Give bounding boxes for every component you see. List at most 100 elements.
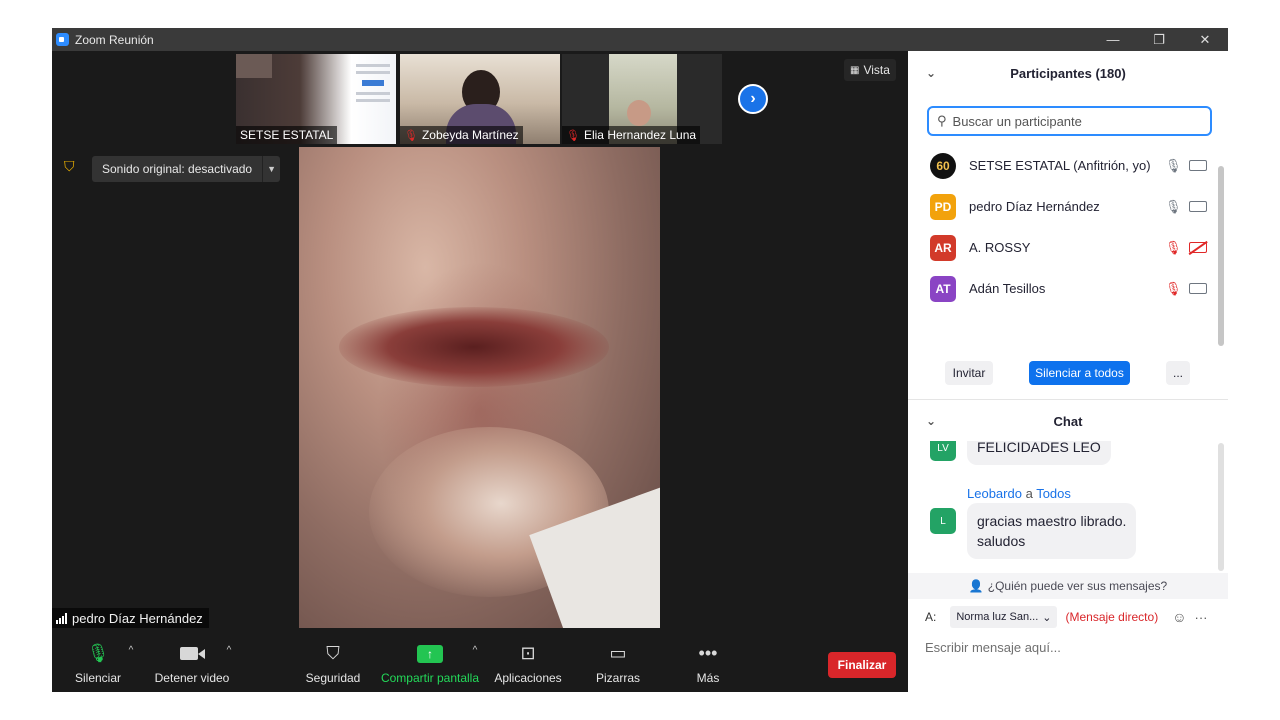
video-options-button[interactable]: ^: [222, 635, 236, 692]
caret-up-icon: ^: [226, 645, 232, 656]
participant-search-input[interactable]: ⚲ Buscar un participante: [927, 106, 1212, 136]
thumbnail-screen-content: [354, 60, 392, 130]
window-title: Zoom Reunión: [75, 32, 154, 47]
chat-input-placeholder: Escribir mensaje aquí...: [925, 640, 1061, 655]
thumbnail-inset: [236, 54, 272, 78]
microphone-icon[interactable]: 🎙: [1165, 199, 1182, 215]
emoji-icon[interactable]: ☺: [1172, 609, 1186, 625]
participants-more-button[interactable]: ...: [1166, 361, 1190, 385]
chevron-down-icon[interactable]: ⌄: [926, 66, 936, 80]
end-meeting-button[interactable]: Finalizar: [828, 652, 896, 678]
chat-messages: LV FELICIDADES LEO Leobardo a Todos L gr…: [908, 441, 1220, 573]
chevron-right-icon: ›: [750, 90, 756, 107]
stop-video-button[interactable]: Detener video: [152, 635, 232, 692]
chat-message-input[interactable]: Escribir mensaje aquí...: [925, 640, 1205, 660]
caret-down-icon[interactable]: ▼: [262, 156, 280, 182]
share-screen-label: Compartir pantalla: [380, 670, 480, 685]
chat-scrollbar[interactable]: [1218, 443, 1224, 571]
thumbnail-name: 🎙 Elia Hernandez Luna: [562, 126, 701, 144]
grid-icon: ▦: [850, 64, 860, 76]
video-area: SETSE ESTATAL 🎙 Zobeyda Martínez 🎙 Elia He…: [52, 51, 908, 692]
participants-list: 60 SETSE ESTATAL (Anfitrión, yo) 🎙 PD pe…: [908, 145, 1218, 317]
invite-button[interactable]: Invitar: [945, 361, 993, 385]
share-screen-button[interactable]: ↑ Compartir pantalla: [380, 635, 480, 692]
participant-row[interactable]: AR A. ROSSY 🎙: [908, 227, 1218, 268]
video-camera-icon[interactable]: [1189, 201, 1207, 212]
chat-message-text: gracias maestro librado.: [977, 513, 1127, 529]
thumbnail-video[interactable]: 🎙 Elia Hernandez Luna: [562, 54, 722, 144]
chat-recipient[interactable]: Todos: [1036, 486, 1071, 501]
mute-button[interactable]: 🎙 Silenciar: [72, 635, 124, 692]
participant-status: 🎙: [1165, 158, 1207, 174]
security-label: Seguridad: [305, 670, 361, 685]
thumbnail-name: 🎙 Zobeyda Martínez: [400, 126, 523, 144]
mute-label: Silenciar: [74, 670, 122, 685]
recipient-select[interactable]: Norma luz San... ⌄: [950, 606, 1058, 628]
recipient-value: Norma luz San...: [956, 611, 1039, 623]
restore-icon[interactable]: ❐: [1136, 28, 1182, 51]
microphone-icon[interactable]: 🎙: [1165, 158, 1182, 174]
mute-options-button[interactable]: ^: [124, 635, 138, 692]
participant-status: 🎙: [1165, 199, 1207, 215]
apps-icon: ⊡: [520, 643, 536, 663]
video-camera-off-icon[interactable]: [1189, 242, 1207, 253]
thumbnail-video[interactable]: SETSE ESTATAL: [236, 54, 396, 144]
signal-strength-icon: [56, 612, 67, 624]
chat-message: gracias maestro librado. saludos: [967, 503, 1137, 559]
chat-sender-name[interactable]: Leobardo: [967, 486, 1022, 501]
minimize-icon[interactable]: —: [1090, 28, 1136, 51]
chat-recipient-row: A: Norma luz San... ⌄ (Mensaje directo) …: [925, 606, 1215, 628]
chat-message-text: FELICIDADES LEO: [977, 441, 1101, 455]
avatar: 60: [930, 152, 956, 179]
caret-up-icon: ^: [472, 645, 478, 656]
mute-all-button[interactable]: Silenciar a todos: [1029, 361, 1130, 385]
video-camera-icon[interactable]: [1189, 283, 1207, 294]
participant-name: pedro Díaz Hernández: [969, 199, 1100, 214]
zoom-window: Zoom Reunión — ❐ ✕ SETSE ESTATAL 🎙 Zobeyd…: [52, 28, 1228, 692]
video-camera-icon: [179, 643, 205, 665]
participant-row[interactable]: [908, 309, 1218, 317]
participant-name: A. ROSSY: [969, 240, 1031, 255]
next-page-button[interactable]: ›: [738, 84, 768, 114]
zoom-app-icon: [56, 33, 69, 46]
apps-label: Aplicaciones: [494, 670, 562, 685]
original-sound-label: Sonido original: desactivado: [102, 162, 253, 176]
participants-scrollbar[interactable]: [1218, 166, 1224, 346]
security-button[interactable]: ⛉ Seguridad: [304, 635, 362, 692]
active-speaker-name: pedro Díaz Hernández: [72, 610, 203, 626]
participant-row[interactable]: 60 SETSE ESTATAL (Anfitrión, yo) 🎙: [908, 145, 1218, 186]
participant-row[interactable]: PD pedro Díaz Hernández 🎙: [908, 186, 1218, 227]
search-placeholder: Buscar un participante: [952, 113, 1082, 129]
avatar: [930, 316, 956, 317]
whiteboards-button[interactable]: ▭ Pizarras: [592, 635, 644, 692]
participant-row[interactable]: AT Adán Tesillos 🎙: [908, 268, 1218, 309]
to-label: A:: [925, 610, 937, 624]
microphone-muted-icon[interactable]: 🎙: [1165, 240, 1182, 256]
chat-message: FELICIDADES LEO: [967, 441, 1111, 465]
close-icon[interactable]: ✕: [1182, 28, 1228, 51]
thumbnail-name: SETSE ESTATAL: [236, 126, 338, 144]
divider: [908, 399, 1228, 400]
apps-button[interactable]: ⊡ Aplicaciones: [492, 635, 564, 692]
microphone-muted-icon[interactable]: 🎙: [1165, 281, 1182, 297]
video-camera-icon[interactable]: [1189, 160, 1207, 171]
whiteboard-icon: ▭: [609, 643, 627, 663]
original-sound-toggle[interactable]: Sonido original: desactivado ▼: [92, 156, 281, 182]
chevron-down-icon: ⌄: [1042, 611, 1052, 624]
more-button[interactable]: ••• Más: [692, 635, 724, 692]
security-shield-icon[interactable]: ⛉: [64, 158, 78, 174]
active-speaker-label: pedro Díaz Hernández: [52, 608, 209, 628]
mic-muted-icon: 🎙: [566, 129, 580, 142]
participant-name: SETSE ESTATAL (Anfitrión, yo): [969, 158, 1151, 173]
share-options-button[interactable]: ^: [468, 635, 482, 692]
meeting-toolbar: 🎙 Silenciar ^ Detener video ^ ⛉ Segurida…: [52, 635, 908, 692]
thumbnail-video[interactable]: 🎙 Zobeyda Martínez: [400, 54, 560, 144]
avatar: LV: [930, 441, 956, 461]
thumbnail-name-text: Elia Hernandez Luna: [583, 128, 697, 142]
view-label: Vista: [863, 63, 890, 77]
more-dots-icon[interactable]: ···: [1194, 610, 1207, 625]
view-button[interactable]: ▦ Vista: [844, 59, 896, 81]
search-icon: ⚲: [937, 113, 947, 128]
who-can-see-messages-link[interactable]: 👤 ¿Quién puede ver sus mensajes?: [908, 573, 1228, 599]
chevron-down-icon[interactable]: ⌄: [926, 414, 936, 428]
